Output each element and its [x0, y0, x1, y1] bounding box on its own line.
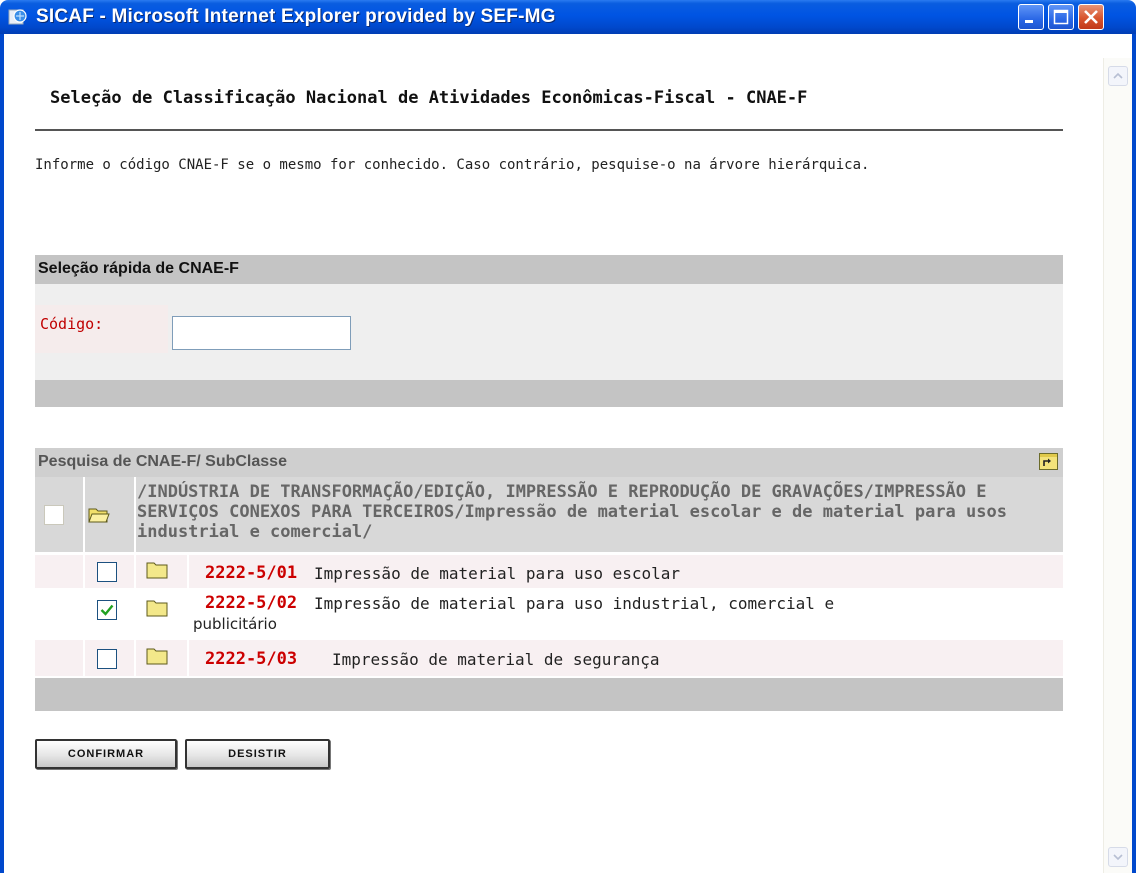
- quick-select-footer: [35, 380, 1063, 407]
- close-icon: [1084, 10, 1098, 24]
- item-description: Impressão de material para uso industria…: [314, 594, 835, 613]
- item-checkbox-2222-5-03[interactable]: [97, 649, 117, 669]
- intro-text: Informe o código CNAE-F se o mesmo for c…: [35, 157, 870, 173]
- code-input[interactable]: [172, 316, 351, 350]
- item-code[interactable]: 2222-5/02: [205, 593, 297, 613]
- vertical-scrollbar[interactable]: [1103, 58, 1132, 873]
- search-header-label: Pesquisa de CNAE-F/ SubClasse: [38, 453, 287, 470]
- item-description: Impressão de material para uso escolar: [314, 564, 681, 583]
- window-title: SICAF - Microsoft Internet Explorer prov…: [36, 6, 556, 27]
- chevron-down-icon: [1113, 854, 1123, 861]
- item-checkbox-2222-5-02[interactable]: [97, 600, 117, 620]
- folder-icon[interactable]: [146, 561, 168, 579]
- confirm-button[interactable]: CONFIRMAR: [35, 739, 177, 769]
- tree-path-text: /INDÚSTRIA DE TRANSFORMAÇÃO/EDIÇÃO, IMPR…: [137, 482, 1007, 542]
- search-header: Pesquisa de CNAE-F/ SubClasse: [35, 448, 1063, 477]
- internet-explorer-icon: [8, 9, 27, 25]
- checkmark-icon: [100, 604, 114, 616]
- page-title: Seleção de Classificação Nacional de Ati…: [50, 88, 808, 108]
- quick-select-header: Seleção rápida de CNAE-F: [35, 255, 1063, 284]
- scroll-down-button[interactable]: [1108, 847, 1128, 867]
- chevron-up-icon: [1113, 72, 1123, 79]
- column-divider: [134, 477, 136, 676]
- cancel-button[interactable]: DESISTIR: [185, 739, 330, 769]
- minimize-button[interactable]: [1018, 4, 1044, 30]
- quick-select-header-label: Seleção rápida de CNAE-F: [38, 260, 239, 277]
- close-button[interactable]: [1078, 4, 1104, 30]
- folder-icon[interactable]: [146, 599, 168, 617]
- search-footer: [35, 678, 1063, 711]
- maximize-button[interactable]: [1048, 4, 1074, 30]
- folder-icon[interactable]: [146, 647, 168, 665]
- item-code[interactable]: 2222-5/01: [205, 563, 297, 583]
- window-titlebar[interactable]: SICAF - Microsoft Internet Explorer prov…: [0, 0, 1136, 34]
- code-label: Código:: [40, 315, 104, 333]
- open-folder-icon[interactable]: [88, 506, 110, 524]
- item-description-continued: publicitário: [193, 615, 277, 633]
- minimize-icon: [1025, 20, 1033, 23]
- item-code[interactable]: 2222-5/03: [205, 649, 297, 669]
- item-description: Impressão de material de segurança: [332, 650, 660, 669]
- scroll-up-button[interactable]: [1108, 66, 1128, 86]
- column-divider: [187, 555, 189, 676]
- title-divider: [35, 129, 1063, 131]
- item-checkbox-2222-5-01[interactable]: [97, 562, 117, 582]
- window-frame-left: [0, 34, 4, 873]
- window-frame-right: [1132, 34, 1136, 873]
- maximize-icon: [1053, 9, 1069, 25]
- folder-up-icon[interactable]: [1039, 453, 1058, 470]
- path-checkbox: [44, 505, 64, 525]
- column-divider: [83, 477, 85, 676]
